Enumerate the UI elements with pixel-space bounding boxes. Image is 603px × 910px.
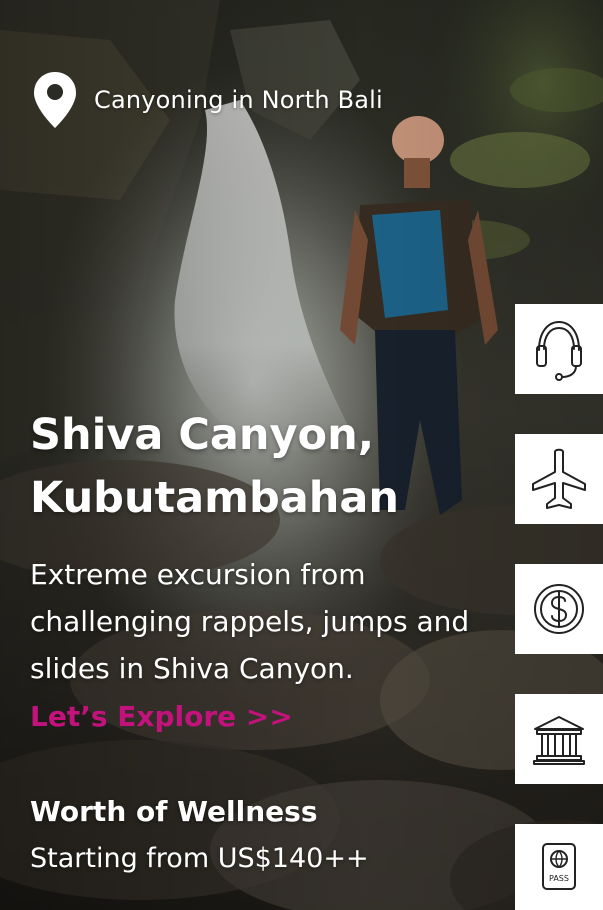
map-pin-icon: [34, 72, 76, 128]
worth-label: Worth of Wellness: [30, 795, 318, 828]
passport-icon: PASS: [542, 843, 576, 890]
bank-button[interactable]: [515, 694, 603, 784]
price-label: Starting from US$140++: [30, 843, 369, 874]
passport-button[interactable]: PASS: [515, 824, 603, 910]
flights-button[interactable]: [515, 434, 603, 524]
svg-text:PASS: PASS: [549, 874, 569, 883]
page-title: Shiva Canyon, Kubutambahan: [30, 410, 399, 523]
bank-icon: [533, 716, 585, 765]
location-header: Canyoning in North Bali: [32, 70, 383, 130]
dollar-coin-icon: [534, 584, 584, 634]
lets-explore-link[interactable]: Let’s Explore >>: [30, 695, 293, 739]
support-button[interactable]: [515, 304, 603, 394]
headset-icon: [536, 320, 582, 381]
airplane-icon: [532, 448, 586, 509]
hero-description: Extreme excursion from challenging rappe…: [30, 558, 470, 685]
currency-button[interactable]: [515, 564, 603, 654]
location-label: Canyoning in North Bali: [94, 86, 383, 114]
hero-banner: Canyoning in North Bali Shiva Canyon, Ku…: [0, 0, 603, 910]
